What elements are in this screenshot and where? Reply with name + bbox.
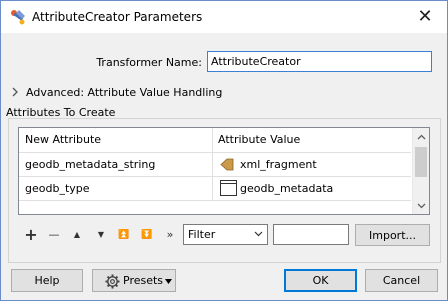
filter-selected-value: Filter (188, 228, 216, 241)
presets-button[interactable]: Presets (92, 269, 176, 292)
more-options-button[interactable]: » (163, 227, 177, 243)
import-button[interactable]: Import... (355, 224, 430, 246)
gear-icon (105, 274, 120, 289)
window-title: AttributeCreator Parameters (32, 10, 203, 24)
move-to-top-button[interactable]: ⏫ (117, 227, 131, 243)
scroll-up-arrow[interactable] (413, 128, 429, 145)
chevron-down-icon (417, 203, 425, 208)
cancel-button[interactable]: Cancel (365, 269, 438, 292)
table-scrollbar[interactable] (412, 128, 429, 214)
close-button[interactable]: ✕ (403, 1, 447, 31)
move-down-button[interactable]: ▼ (94, 227, 108, 243)
filter-text-input[interactable] (273, 224, 349, 245)
advanced-section-toggle[interactable]: Advanced: Attribute Value Handling (26, 86, 222, 99)
transformer-name-input[interactable]: AttributeCreator (207, 51, 432, 72)
table-row-empty[interactable] (19, 200, 411, 214)
column-header-new-attribute[interactable]: New Attribute (19, 128, 212, 152)
transformer-name-label: Transformer Name: (96, 56, 202, 69)
presets-label: Presets (123, 274, 164, 287)
filter-select[interactable]: Filter (183, 224, 268, 245)
attribute-name-cell[interactable]: geodb_type (19, 177, 212, 200)
attributes-table[interactable]: New Attribute Attribute Value geodb_meta… (18, 127, 430, 215)
title-bar[interactable]: AttributeCreator Parameters ✕ (1, 1, 447, 33)
xml-fragment-icon (220, 158, 234, 171)
fme-transformer-icon (11, 10, 25, 25)
caret-down-icon (165, 279, 172, 284)
chevron-up-icon (417, 134, 425, 139)
chevron-right-icon[interactable] (11, 87, 19, 97)
constant-box-icon (220, 180, 237, 196)
scroll-down-arrow[interactable] (413, 197, 429, 214)
move-to-bottom-button[interactable]: ⏬ (140, 227, 154, 243)
close-icon: ✕ (417, 5, 433, 27)
attribute-value-text: xml_fragment (240, 158, 317, 171)
ok-button[interactable]: OK (284, 269, 357, 292)
table-row[interactable]: geodb_type geodb_metadata (19, 176, 411, 200)
move-up-button[interactable]: ▲ (70, 227, 84, 243)
attribute-value-cell[interactable]: geodb_metadata (212, 177, 411, 200)
table-row[interactable]: geodb_metadata_string xml_fragment (19, 152, 411, 176)
help-button[interactable]: Help (11, 269, 83, 292)
dialog-window: AttributeCreator Parameters ✕ Transforme… (0, 0, 448, 301)
remove-row-button[interactable]: — (46, 227, 62, 243)
chevron-down-icon (254, 231, 263, 237)
attribute-value-cell[interactable]: xml_fragment (212, 153, 411, 176)
attribute-name-cell[interactable]: geodb_metadata_string (19, 153, 212, 176)
scroll-thumb[interactable] (415, 147, 427, 177)
attribute-value-text: geodb_metadata (240, 182, 334, 195)
add-row-button[interactable]: + (23, 227, 39, 243)
column-header-attribute-value[interactable]: Attribute Value (212, 128, 411, 152)
